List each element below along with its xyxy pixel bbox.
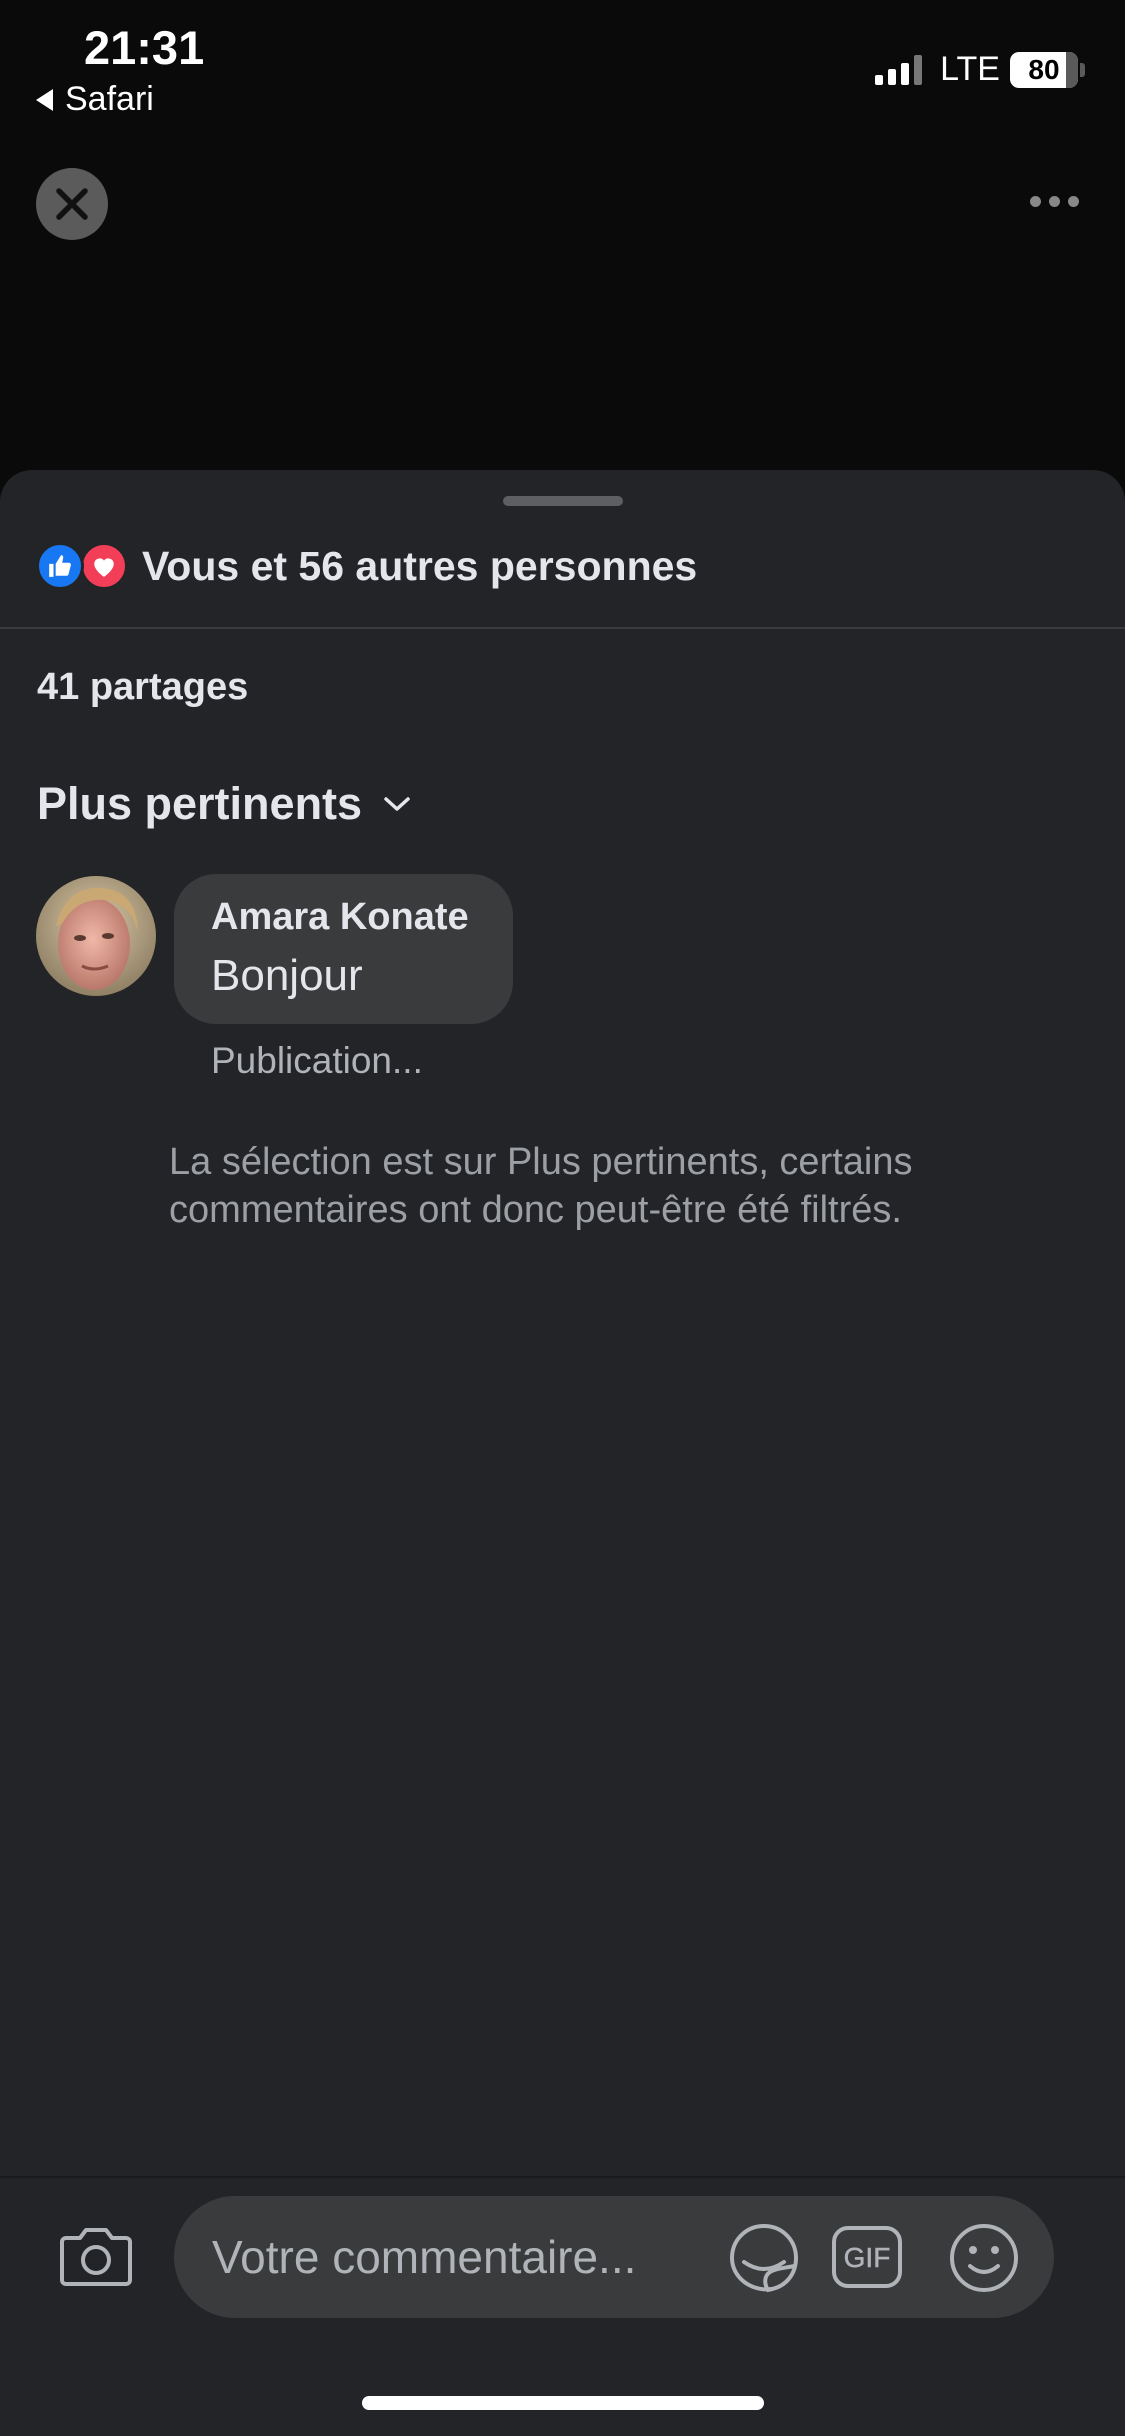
sheet-grabber[interactable] bbox=[503, 496, 623, 506]
signal-icon bbox=[875, 54, 923, 85]
more-icon bbox=[1030, 196, 1041, 207]
back-app-label: Safari bbox=[65, 80, 154, 118]
back-arrow-icon bbox=[36, 88, 53, 111]
comment-field[interactable] bbox=[212, 2196, 712, 2318]
shares-count[interactable]: 41 partages bbox=[37, 666, 248, 709]
reactions-text: Vous et 56 autres personnes bbox=[142, 542, 698, 589]
comment-input[interactable]: GIF bbox=[174, 2196, 1054, 2318]
sort-dropdown[interactable]: Plus pertinents bbox=[37, 778, 412, 830]
gif-label: GIF bbox=[844, 2242, 891, 2273]
comment-status: Publication... bbox=[211, 1040, 423, 1081]
love-reaction-icon bbox=[80, 542, 128, 590]
more-options-button[interactable] bbox=[1030, 196, 1079, 207]
sticker-icon bbox=[729, 2224, 799, 2293]
gif-icon: GIF bbox=[832, 2226, 902, 2288]
comment-text: Bonjour bbox=[211, 951, 363, 1000]
avatar[interactable] bbox=[36, 876, 156, 996]
chevron-down-icon bbox=[384, 797, 410, 811]
battery-level: 80 bbox=[1028, 53, 1060, 85]
divider bbox=[0, 627, 1125, 629]
sort-label: Plus pertinents bbox=[37, 778, 363, 829]
status-indicators: LTE 80 bbox=[875, 50, 1085, 89]
status-time: 21:31 bbox=[84, 21, 205, 74]
emoji-icon bbox=[950, 2224, 1018, 2292]
like-reaction-icon bbox=[36, 542, 84, 590]
battery-icon: 80 bbox=[1010, 51, 1085, 88]
filter-note: La sélection est sur Plus pertinents, ce… bbox=[169, 1141, 913, 1231]
back-to-safari-button[interactable]: Safari bbox=[36, 80, 154, 119]
camera-icon bbox=[60, 2228, 132, 2286]
gif-button[interactable]: GIF bbox=[830, 2222, 904, 2292]
home-indicator[interactable] bbox=[362, 2396, 764, 2410]
emoji-button[interactable] bbox=[944, 2218, 1024, 2298]
screen: 21:31 Safari LTE 80 Vous et 56 autres pe… bbox=[0, 0, 1125, 2436]
comments-sheet: Vous et 56 autres personnes 41 partages … bbox=[0, 470, 1125, 2436]
camera-button[interactable] bbox=[56, 2216, 136, 2296]
close-button[interactable] bbox=[36, 168, 108, 240]
network-label: LTE bbox=[940, 50, 1000, 88]
comment-author[interactable]: Amara Konate bbox=[211, 896, 513, 939]
reactions-summary[interactable]: Vous et 56 autres personnes bbox=[36, 542, 697, 590]
sticker-button[interactable] bbox=[724, 2218, 804, 2298]
comment-bubble[interactable]: Amara Konate Bonjour bbox=[174, 874, 513, 1024]
close-icon bbox=[56, 188, 88, 220]
